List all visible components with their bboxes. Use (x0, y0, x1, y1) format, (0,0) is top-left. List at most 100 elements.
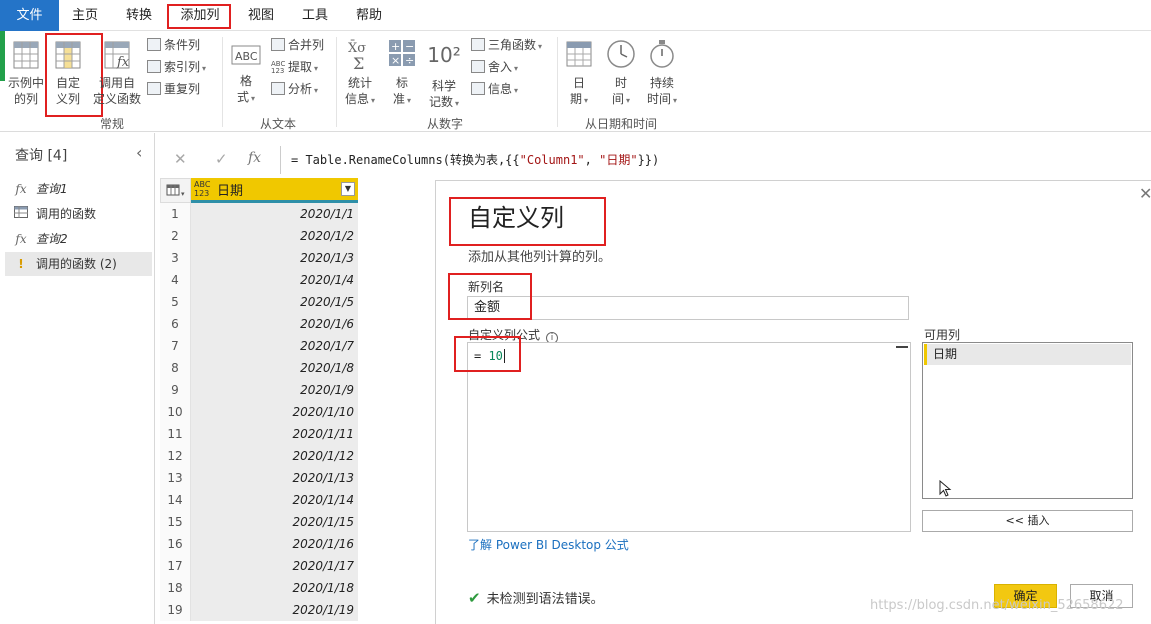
tab-transform[interactable]: 转换 (116, 0, 162, 31)
table-row[interactable]: 4 2020/1/4 (160, 269, 358, 291)
date-cell[interactable]: 2020/1/6 (191, 313, 358, 335)
row-number[interactable]: 11 (160, 423, 191, 445)
standard-button[interactable]: + − × ÷ 标 准 ▾ (384, 38, 420, 109)
date-cell[interactable]: 2020/1/18 (191, 577, 358, 599)
row-number[interactable]: 14 (160, 489, 191, 511)
available-columns-list[interactable]: 日期 (922, 342, 1133, 499)
row-number[interactable]: 16 (160, 533, 191, 555)
conditional-column-button[interactable]: 条件列 (147, 35, 200, 55)
duplicate-column-button[interactable]: 重复列 (147, 79, 200, 99)
date-cell[interactable]: 2020/1/16 (191, 533, 358, 555)
statistics-button[interactable]: X̄σ Σ 统计 信息 ▾ (341, 38, 379, 109)
date-cell[interactable]: 2020/1/12 (191, 445, 358, 467)
insert-button[interactable]: << 插入 (922, 510, 1133, 532)
date-cell[interactable]: 2020/1/2 (191, 225, 358, 247)
row-number[interactable]: 18 (160, 577, 191, 599)
editor-scrollbar[interactable] (896, 346, 908, 348)
row-number[interactable]: 9 (160, 379, 191, 401)
cancel-x-icon[interactable]: ✕ (174, 150, 187, 168)
row-number[interactable]: 8 (160, 357, 191, 379)
information-button[interactable]: 信息 ▾ (471, 79, 518, 99)
date-cell[interactable]: 2020/1/4 (191, 269, 358, 291)
date-cell[interactable]: 2020/1/11 (191, 423, 358, 445)
row-number[interactable]: 12 (160, 445, 191, 467)
table-row[interactable]: 6 2020/1/6 (160, 313, 358, 335)
table-row[interactable]: 17 2020/1/17 (160, 555, 358, 577)
row-number[interactable]: 7 (160, 335, 191, 357)
invoke-custom-function-button[interactable]: fx 调用自 定义函数 (90, 38, 144, 107)
date-cell[interactable]: 2020/1/3 (191, 247, 358, 269)
date-cell[interactable]: 2020/1/15 (191, 511, 358, 533)
column-from-examples-button[interactable]: 示例中 的列 (4, 38, 48, 107)
time-button[interactable]: 时 间 ▾ (604, 38, 638, 109)
table-row[interactable]: 18 2020/1/18 (160, 577, 358, 599)
date-cell[interactable]: 2020/1/17 (191, 555, 358, 577)
query-item[interactable]: fx 查询1 (5, 177, 152, 201)
trigonometry-button[interactable]: 三角函数 ▾ (471, 35, 542, 55)
row-number[interactable]: 13 (160, 467, 191, 489)
collapse-chevron-icon[interactable]: ‹ (136, 143, 142, 162)
available-column-item[interactable]: 日期 (924, 344, 1131, 365)
table-row[interactable]: 11 2020/1/11 (160, 423, 358, 445)
fx-icon[interactable]: fx (248, 150, 261, 166)
row-number[interactable]: 6 (160, 313, 191, 335)
table-row[interactable]: 16 2020/1/16 (160, 533, 358, 555)
date-cell[interactable]: 2020/1/5 (191, 291, 358, 313)
table-row[interactable]: 3 2020/1/3 (160, 247, 358, 269)
row-number[interactable]: 17 (160, 555, 191, 577)
query-item[interactable]: fx 查询2 (5, 227, 152, 251)
duration-button[interactable]: 持续 时间 ▾ (642, 38, 682, 109)
table-row[interactable]: 8 2020/1/8 (160, 357, 358, 379)
date-cell[interactable]: 2020/1/19 (191, 599, 358, 621)
table-row[interactable]: 13 2020/1/13 (160, 467, 358, 489)
row-number[interactable]: 1 (160, 203, 191, 225)
index-column-button[interactable]: 索引列 ▾ (147, 57, 206, 77)
tab-view[interactable]: 视图 (238, 0, 284, 31)
parse-button[interactable]: 分析 ▾ (271, 79, 318, 99)
tab-help[interactable]: 帮助 (346, 0, 392, 31)
scientific-button[interactable]: 10² 科学 记数 ▾ (423, 38, 465, 112)
row-number[interactable]: 3 (160, 247, 191, 269)
row-number[interactable]: 2 (160, 225, 191, 247)
table-row[interactable]: 10 2020/1/10 (160, 401, 358, 423)
merge-columns-button[interactable]: 合并列 (271, 35, 324, 55)
date-button[interactable]: 日 期 ▾ (562, 38, 596, 109)
table-row[interactable]: 5 2020/1/5 (160, 291, 358, 313)
table-row[interactable]: 19 2020/1/19 (160, 599, 358, 621)
row-number[interactable]: 19 (160, 599, 191, 621)
extract-button[interactable]: ABC 123 提取 ▾ (271, 57, 318, 77)
rounding-button[interactable]: 舍入 ▾ (471, 57, 518, 77)
query-item[interactable]: 调用的函数 (5, 202, 152, 226)
query-item-selected[interactable]: ! 调用的函数 (2) (5, 252, 152, 276)
date-cell[interactable]: 2020/1/9 (191, 379, 358, 401)
row-number[interactable]: 10 (160, 401, 191, 423)
confirm-check-icon[interactable]: ✓ (215, 150, 228, 168)
table-row[interactable]: 1 2020/1/1 (160, 203, 358, 225)
close-icon[interactable]: ✕ (1139, 184, 1151, 203)
table-row[interactable]: 2 2020/1/2 (160, 225, 358, 247)
column-header-date[interactable]: ABC 123 日期 ▼ (191, 178, 358, 203)
date-cell[interactable]: 2020/1/7 (191, 335, 358, 357)
table-row[interactable]: 14 2020/1/14 (160, 489, 358, 511)
table-row[interactable]: 7 2020/1/7 (160, 335, 358, 357)
type-any-icon[interactable]: ABC 123 (194, 180, 210, 198)
table-row[interactable]: 15 2020/1/15 (160, 511, 358, 533)
table-row[interactable]: 9 2020/1/9 (160, 379, 358, 401)
filter-dropdown-icon[interactable]: ▼ (341, 182, 355, 196)
date-cell[interactable]: 2020/1/13 (191, 467, 358, 489)
date-cell[interactable]: 2020/1/10 (191, 401, 358, 423)
date-cell[interactable]: 2020/1/8 (191, 357, 358, 379)
date-cell[interactable]: 2020/1/14 (191, 489, 358, 511)
tab-home[interactable]: 主页 (62, 0, 108, 31)
format-button[interactable]: ABC 格 式 ▾ (228, 40, 264, 107)
custom-formula-editor[interactable]: = 10 (467, 342, 911, 532)
table-row[interactable]: 12 2020/1/12 (160, 445, 358, 467)
table-menu-icon[interactable]: ▾ (160, 178, 191, 203)
row-number[interactable]: 4 (160, 269, 191, 291)
new-column-name-input[interactable]: 金额 (467, 296, 909, 320)
tab-tools[interactable]: 工具 (292, 0, 338, 31)
tab-file[interactable]: 文件 (0, 0, 59, 31)
date-cell[interactable]: 2020/1/1 (191, 203, 358, 225)
row-number[interactable]: 15 (160, 511, 191, 533)
formula-input[interactable]: = Table.RenameColumns(转换为表,{{"Column1", … (280, 146, 1151, 174)
